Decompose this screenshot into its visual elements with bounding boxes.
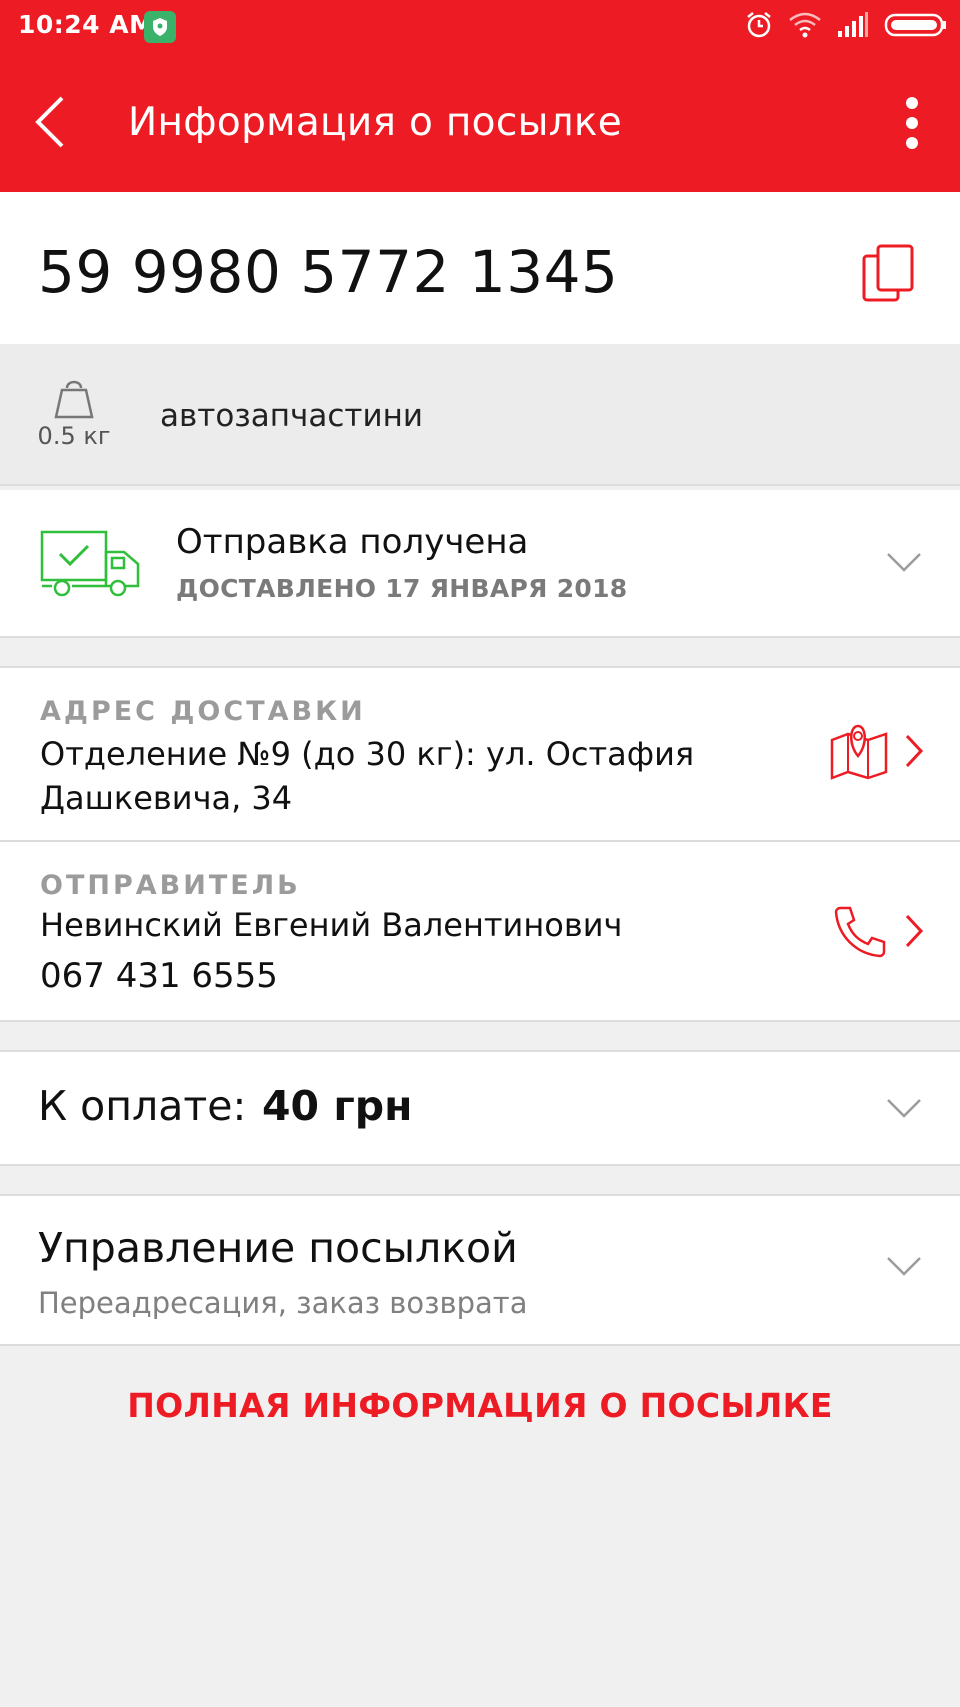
alarm-icon [744,10,774,44]
payment-label: К оплате: [38,1082,247,1130]
delivery-status-title: Отправка получена [176,522,529,562]
chevron-right-icon [905,734,924,768]
address-label: АДРЕС ДОСТАВКИ [40,696,366,727]
more-button[interactable] [892,90,932,156]
full-info-link[interactable]: ПОЛНАЯ ИНФОРМАЦИЯ О ПОСЫЛКЕ [0,1376,960,1436]
payment-amount: 40 грн [262,1082,413,1130]
tracking-number: 59 9980 5772 1345 [38,238,619,306]
copy-button[interactable] [860,244,920,304]
page-title: Информация о посылке [128,100,623,145]
chevron-down-icon [887,553,921,572]
delivery-status-card[interactable]: Отправка получена ДОСТАВЛЕНО 17 ЯНВАРЯ 2… [0,490,960,638]
manage-title: Управление посылкой [38,1224,518,1272]
chevron-down-icon [887,1257,921,1276]
map-pin-icon [830,724,888,780]
copy-icon [862,244,914,302]
delivery-address[interactable]: АДРЕС ДОСТАВКИ Отделение №9 (до 30 кг): … [0,666,960,842]
more-vertical-icon [906,97,918,149]
address-value: Отделение №9 (до 30 кг): ул. Остафия Даш… [40,735,695,817]
wifi-icon [788,11,822,43]
status-time: 10:24 AM [18,10,155,39]
battery-icon [884,11,948,43]
sender-section[interactable]: ОТПРАВИТЕЛЬ Невинский Евгений Валентинов… [0,842,960,1022]
parcel-info: 0.5 кг автозапчастини [0,344,960,486]
manage-subtitle: Переадресация, заказ возврата [38,1286,528,1320]
sender-label: ОТПРАВИТЕЛЬ [40,870,301,901]
payment-section[interactable]: К оплате: 40 грн [0,1050,960,1166]
tracking-section: 59 9980 5772 1345 [0,192,960,344]
weight-icon [52,376,96,424]
app-bar: Информация о посылке [0,54,960,192]
phone-icon [834,906,886,958]
parcel-management[interactable]: Управление посылкой Переадресация, заказ… [0,1194,960,1346]
status-bar: 10:24 AM [0,0,960,54]
parcel-weight: 0.5 кг [37,422,111,450]
signal-icon [836,11,870,43]
back-button[interactable] [20,84,80,160]
map-button[interactable] [830,722,924,780]
parcel-description: автозапчастини [160,398,424,434]
chevron-right-icon [905,914,924,948]
call-button[interactable] [834,904,924,958]
sender-phone: 067 431 6555 [40,956,278,996]
sender-name: Невинский Евгений Валентинович [40,906,623,944]
shield-icon [144,11,176,43]
chevron-down-icon [887,1099,921,1118]
back-arrow-icon [35,96,64,148]
delivered-truck-icon [40,528,144,602]
delivery-status-date: ДОСТАВЛЕНО 17 ЯНВАРЯ 2018 [176,574,628,603]
status-icons [744,10,948,44]
